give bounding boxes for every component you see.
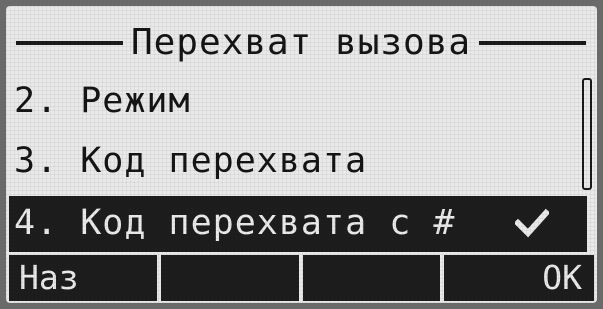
check-icon xyxy=(515,208,549,238)
scrollbar[interactable] xyxy=(582,78,592,190)
title-divider-right xyxy=(479,41,587,45)
back-softkey[interactable]: Наз xyxy=(9,255,157,301)
menu-item-pickup-code[interactable]: 3. Код перехвата xyxy=(14,134,574,189)
screen-title-bar: Перехват вызова xyxy=(16,18,587,68)
softkey-bar: Наз OK xyxy=(9,255,594,301)
lcd-screen: Перехват вызова 2. Режим 3. Код перехват… xyxy=(6,6,597,303)
softkey-3[interactable] xyxy=(302,255,441,301)
ok-softkey[interactable]: OK xyxy=(444,255,594,301)
page-title: Перехват вызова xyxy=(130,22,472,63)
phone-bezel: Перехват вызова 2. Режим 3. Код перехват… xyxy=(0,0,603,309)
menu-item-mode[interactable]: 2. Режим xyxy=(14,74,574,129)
softkey-2[interactable] xyxy=(160,255,299,301)
menu-item-label: 4. Код перехвата с # xyxy=(14,203,456,243)
menu-item-pickup-code-hash[interactable]: 4. Код перехвата с # xyxy=(9,196,587,252)
title-divider-left xyxy=(16,41,123,45)
